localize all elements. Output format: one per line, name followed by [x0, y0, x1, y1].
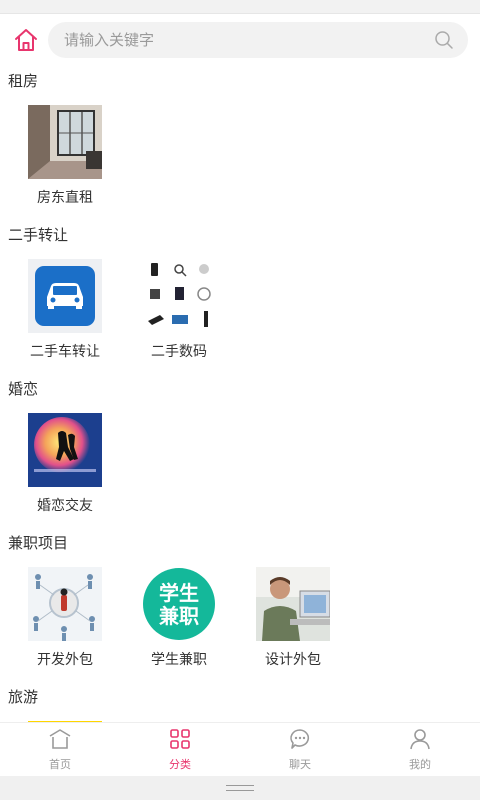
category-label: 开发外包 [37, 652, 93, 668]
dating-image [28, 413, 102, 487]
section-title-dating: 婚恋 [8, 380, 39, 398]
category-item-dating[interactable]: 婚恋交友 [8, 404, 122, 528]
category-item-landlord-rent[interactable]: 房东直租 [8, 96, 122, 220]
tab-mine[interactable]: 我的 [360, 723, 480, 776]
design-outsourcing-image [256, 567, 330, 641]
student-badge-line2: 兼职 [159, 604, 199, 628]
chat-bubble-icon [289, 728, 311, 754]
search-input[interactable] [64, 31, 434, 49]
top-bar [0, 14, 480, 66]
category-label: 设计外包 [265, 652, 321, 668]
tab-chat[interactable]: 聊天 [240, 723, 360, 776]
student-badge-line1: 学生 [159, 581, 199, 605]
tab-label: 我的 [409, 757, 431, 771]
category-item-used-car[interactable]: 二手车转让 [8, 250, 122, 374]
category-item-student-job[interactable]: 学生 兼职 学生兼职 [122, 558, 236, 682]
category-label: 二手数码 [151, 344, 207, 360]
section-parttime: 开发外包 学生 兼职 学生兼职 设计外包 [0, 558, 480, 682]
home-outline-icon [48, 728, 72, 754]
category-label: 婚恋交友 [37, 498, 93, 514]
nav-handle[interactable] [226, 785, 254, 791]
tab-home[interactable]: 首页 [0, 723, 120, 776]
landlord-rent-image [28, 105, 102, 179]
bottom-tab-bar: 首页 分类 聊天 我的 [0, 722, 480, 776]
section-title-secondhand: 二手转让 [8, 226, 69, 244]
tab-label: 分类 [169, 757, 191, 771]
tab-label: 首页 [49, 757, 71, 771]
section-title-travel: 旅游 [8, 688, 39, 706]
category-label: 学生兼职 [151, 652, 207, 668]
system-nav-bar [0, 776, 480, 800]
category-label: 二手车转让 [30, 344, 100, 360]
home-icon[interactable] [12, 26, 40, 54]
tab-label: 聊天 [289, 757, 311, 771]
used-car-image [28, 259, 102, 333]
section-title-rent: 租房 [8, 72, 39, 90]
category-item-digital[interactable]: 二手数码 [122, 250, 236, 374]
status-bar [0, 0, 480, 14]
user-icon [409, 728, 431, 754]
digital-goods-image [142, 259, 216, 333]
category-item-design-outsourcing[interactable]: 设计外包 [236, 558, 350, 682]
category-item-travel[interactable] [8, 712, 122, 722]
section-rent: 房东直租 [0, 96, 480, 220]
category-item-dev-outsourcing[interactable]: 开发外包 [8, 558, 122, 682]
section-travel [0, 712, 480, 722]
tab-category[interactable]: 分类 [120, 723, 240, 776]
student-job-image: 学生 兼职 [142, 567, 216, 641]
section-secondhand: 二手车转让 二手数码 [0, 250, 480, 374]
dev-outsourcing-image [28, 567, 102, 641]
category-list: 租房 房东直租 二手转让 二手车转让 二手数码 婚恋 婚恋交友 兼职项目 开发外… [0, 66, 480, 722]
category-label: 房东直租 [37, 190, 93, 206]
search-bar[interactable] [48, 22, 468, 58]
section-title-parttime: 兼职项目 [8, 534, 69, 552]
section-dating: 婚恋交友 [0, 404, 480, 528]
search-icon[interactable] [434, 30, 454, 50]
category-grid-icon [169, 728, 191, 754]
